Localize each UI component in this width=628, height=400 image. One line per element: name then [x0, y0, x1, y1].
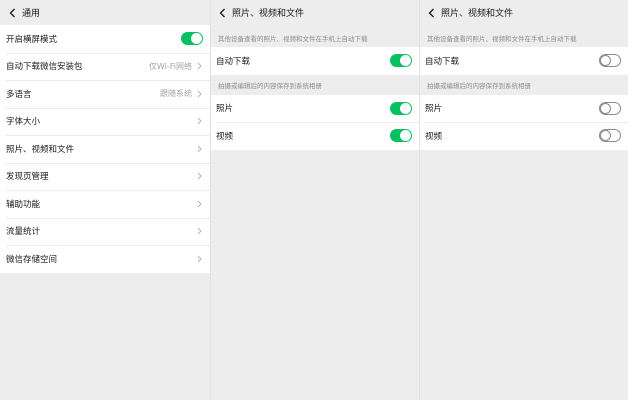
setting-label: 视频 — [216, 131, 234, 142]
page-title: 通用 — [22, 9, 41, 19]
chevron-right-icon — [195, 144, 203, 154]
page-title: 照片、视频和文件 — [232, 9, 305, 19]
save-videos-toggle[interactable] — [390, 129, 412, 143]
setting-auto-download[interactable]: 自动下载 — [210, 47, 419, 75]
back-arrow-icon[interactable] — [6, 6, 18, 20]
setting-data-usage[interactable]: 流量统计 — [0, 217, 210, 246]
general-settings-panel: 通用 开启横屏模式 自动下载微信安装包 仅Wi-Fi网络 多语言 跟随系统 字体… — [0, 0, 210, 400]
media-settings-panel-off: 照片、视频和文件 其他设备查看的照片、视频和文件在手机上自动下载 自动下载 拍摄… — [419, 0, 628, 400]
setting-value: 仅Wi-Fi网络 — [148, 61, 192, 71]
chevron-right-icon — [195, 254, 203, 264]
setting-label: 字体大小 — [6, 117, 41, 128]
media-header: 照片、视频和文件 — [210, 0, 419, 25]
chevron-right-icon — [195, 89, 203, 99]
chevron-right-icon — [195, 199, 203, 209]
setting-auto-download-installer[interactable]: 自动下载微信安装包 仅Wi-Fi网络 — [0, 52, 210, 81]
auto-download-toggle[interactable] — [390, 54, 412, 68]
landscape-mode-toggle[interactable] — [181, 32, 203, 46]
general-header: 通用 — [0, 0, 210, 25]
setting-label: 视频 — [425, 131, 443, 142]
panel-divider — [210, 0, 211, 400]
media-settings-panel-on: 照片、视频和文件 其他设备查看的照片、视频和文件在手机上自动下载 自动下载 拍摄… — [210, 0, 419, 400]
save-to-album-note: 拍摄或编辑后的内容保存到系统相册 — [218, 81, 322, 90]
setting-discover-management[interactable]: 发现页管理 — [0, 162, 210, 191]
setting-label: 照片、视频和文件 — [6, 144, 75, 155]
save-photos-toggle[interactable] — [599, 101, 621, 115]
setting-save-photos[interactable]: 照片 — [210, 95, 419, 123]
setting-font-size[interactable]: 字体大小 — [0, 107, 210, 136]
setting-language[interactable]: 多语言 跟随系统 — [0, 80, 210, 108]
setting-label: 流量统计 — [6, 227, 41, 238]
chevron-right-icon — [195, 226, 203, 236]
page-title: 照片、视频和文件 — [441, 9, 514, 19]
general-settings-list: 开启横屏模式 自动下载微信安装包 仅Wi-Fi网络 多语言 跟随系统 字体大小 … — [0, 25, 210, 273]
setting-label: 开启横屏模式 — [6, 34, 58, 45]
save-photos-toggle[interactable] — [390, 101, 412, 115]
chevron-right-icon — [195, 61, 203, 71]
setting-photos-videos-files[interactable]: 照片、视频和文件 — [0, 135, 210, 163]
setting-label: 发现页管理 — [6, 172, 49, 183]
auto-download-toggle[interactable] — [599, 54, 621, 68]
setting-label: 照片 — [425, 104, 443, 115]
setting-storage[interactable]: 微信存储空间 — [0, 245, 210, 273]
back-arrow-icon[interactable] — [425, 6, 437, 20]
setting-label: 微信存储空间 — [6, 254, 58, 265]
setting-label: 多语言 — [6, 89, 32, 100]
setting-save-photos[interactable]: 照片 — [419, 95, 628, 123]
setting-auto-download[interactable]: 自动下载 — [419, 47, 628, 75]
chevron-right-icon — [195, 116, 203, 126]
setting-label: 自动下载 — [216, 56, 251, 67]
auto-download-note: 其他设备查看的照片、视频和文件在手机上自动下载 — [218, 35, 368, 43]
setting-save-videos[interactable]: 视频 — [210, 122, 419, 150]
setting-label: 自动下载微信安装包 — [6, 62, 83, 73]
auto-download-note: 其他设备查看的照片、视频和文件在手机上自动下载 — [427, 35, 577, 43]
chevron-right-icon — [195, 171, 203, 181]
setting-accessibility[interactable]: 辅助功能 — [0, 190, 210, 218]
setting-save-videos[interactable]: 视频 — [419, 122, 628, 150]
setting-landscape-mode[interactable]: 开启横屏模式 — [0, 25, 210, 53]
setting-value: 跟随系统 — [160, 89, 192, 99]
media-header: 照片、视频和文件 — [419, 0, 628, 25]
panel-divider — [419, 0, 420, 400]
setting-label: 照片 — [216, 104, 234, 115]
setting-label: 自动下载 — [425, 56, 460, 67]
back-arrow-icon[interactable] — [216, 6, 228, 20]
save-videos-toggle[interactable] — [599, 129, 621, 143]
setting-label: 辅助功能 — [6, 199, 41, 210]
save-to-album-note: 拍摄或编辑后的内容保存到系统相册 — [427, 81, 531, 90]
